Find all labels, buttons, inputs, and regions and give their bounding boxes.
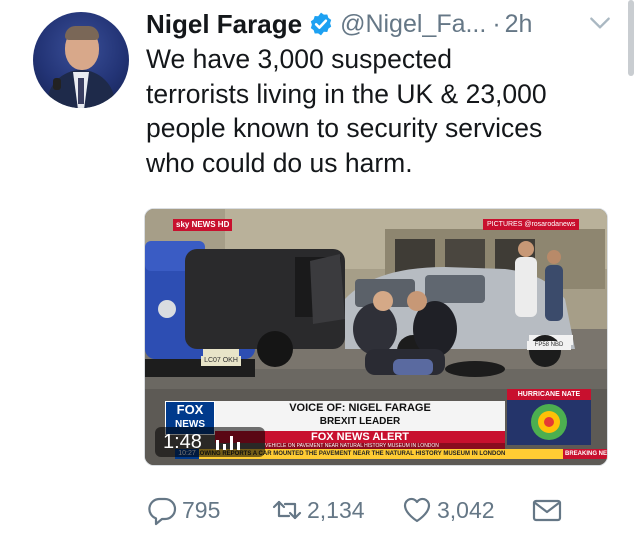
- views-bars-icon: [215, 436, 240, 450]
- hurricane-box: HURRICANE NATE: [507, 389, 591, 445]
- retweet-button[interactable]: 2,134: [271, 490, 365, 530]
- reply-button[interactable]: 795: [146, 490, 220, 530]
- video-duration-badge: 1:48: [155, 427, 265, 457]
- breaking-label: BREAKING NE: [563, 449, 607, 459]
- video-player[interactable]: sky NEWS HD PICTURES @rosarodanews LC07 …: [144, 208, 608, 466]
- author-handle[interactable]: @Nigel_Fa...: [340, 10, 486, 39]
- avatar-microphone: [53, 78, 61, 90]
- reply-count: 795: [182, 496, 221, 523]
- retweet-count: 2,134: [307, 496, 365, 523]
- hurricane-radar: [507, 400, 591, 445]
- sky-news-logo: sky NEWS HD: [173, 219, 233, 231]
- pictures-credit: PICTURES @rosarodanews: [483, 219, 580, 230]
- separator-dot: ·: [492, 9, 501, 38]
- lower-third-title: VOICE OF: NIGEL FARAGE: [289, 402, 431, 414]
- tweet-text: We have 3,000 suspected terrorists livin…: [146, 42, 626, 180]
- avatar-hair: [65, 26, 99, 40]
- like-count: 3,042: [437, 496, 495, 523]
- fox-logo-top: FOX: [176, 402, 204, 417]
- tweet-text-line: terrorists living in the UK & 23,000: [146, 78, 547, 109]
- reply-icon: [148, 497, 177, 526]
- license-plate-silver: FP58 NBD: [527, 341, 571, 350]
- chevron-down-icon[interactable]: [587, 10, 613, 36]
- scrollbar[interactable]: [628, 0, 634, 76]
- tweet-header: Nigel Farage @Nigel_Fa... · 2h: [146, 6, 532, 42]
- direct-message-button[interactable]: [531, 490, 563, 530]
- tweet-text-line: who could do us harm.: [146, 147, 413, 178]
- heart-icon: [403, 497, 431, 523]
- envelope-icon: [532, 499, 562, 522]
- like-button[interactable]: 3,042: [401, 490, 495, 530]
- tweet-text-line: We have 3,000 suspected: [146, 44, 452, 74]
- retweet-icon: [272, 500, 302, 520]
- avatar-tie: [78, 78, 84, 104]
- tweet-text-line: people known to security services: [146, 113, 543, 143]
- tweet-actions: 795 2,134 3,042: [146, 490, 626, 530]
- tweet-card[interactable]: Nigel Farage @Nigel_Fa... · 2h We have 3…: [0, 0, 639, 535]
- video-duration: 1:48: [163, 431, 202, 453]
- avatar[interactable]: [33, 12, 129, 108]
- tweet-timestamp[interactable]: 2h: [505, 10, 533, 39]
- verified-badge-icon: [310, 12, 332, 36]
- hurricane-label: HURRICANE NATE: [507, 389, 591, 400]
- license-plate-front: LC07 OKH: [201, 356, 241, 366]
- author-name[interactable]: Nigel Farage: [146, 9, 302, 40]
